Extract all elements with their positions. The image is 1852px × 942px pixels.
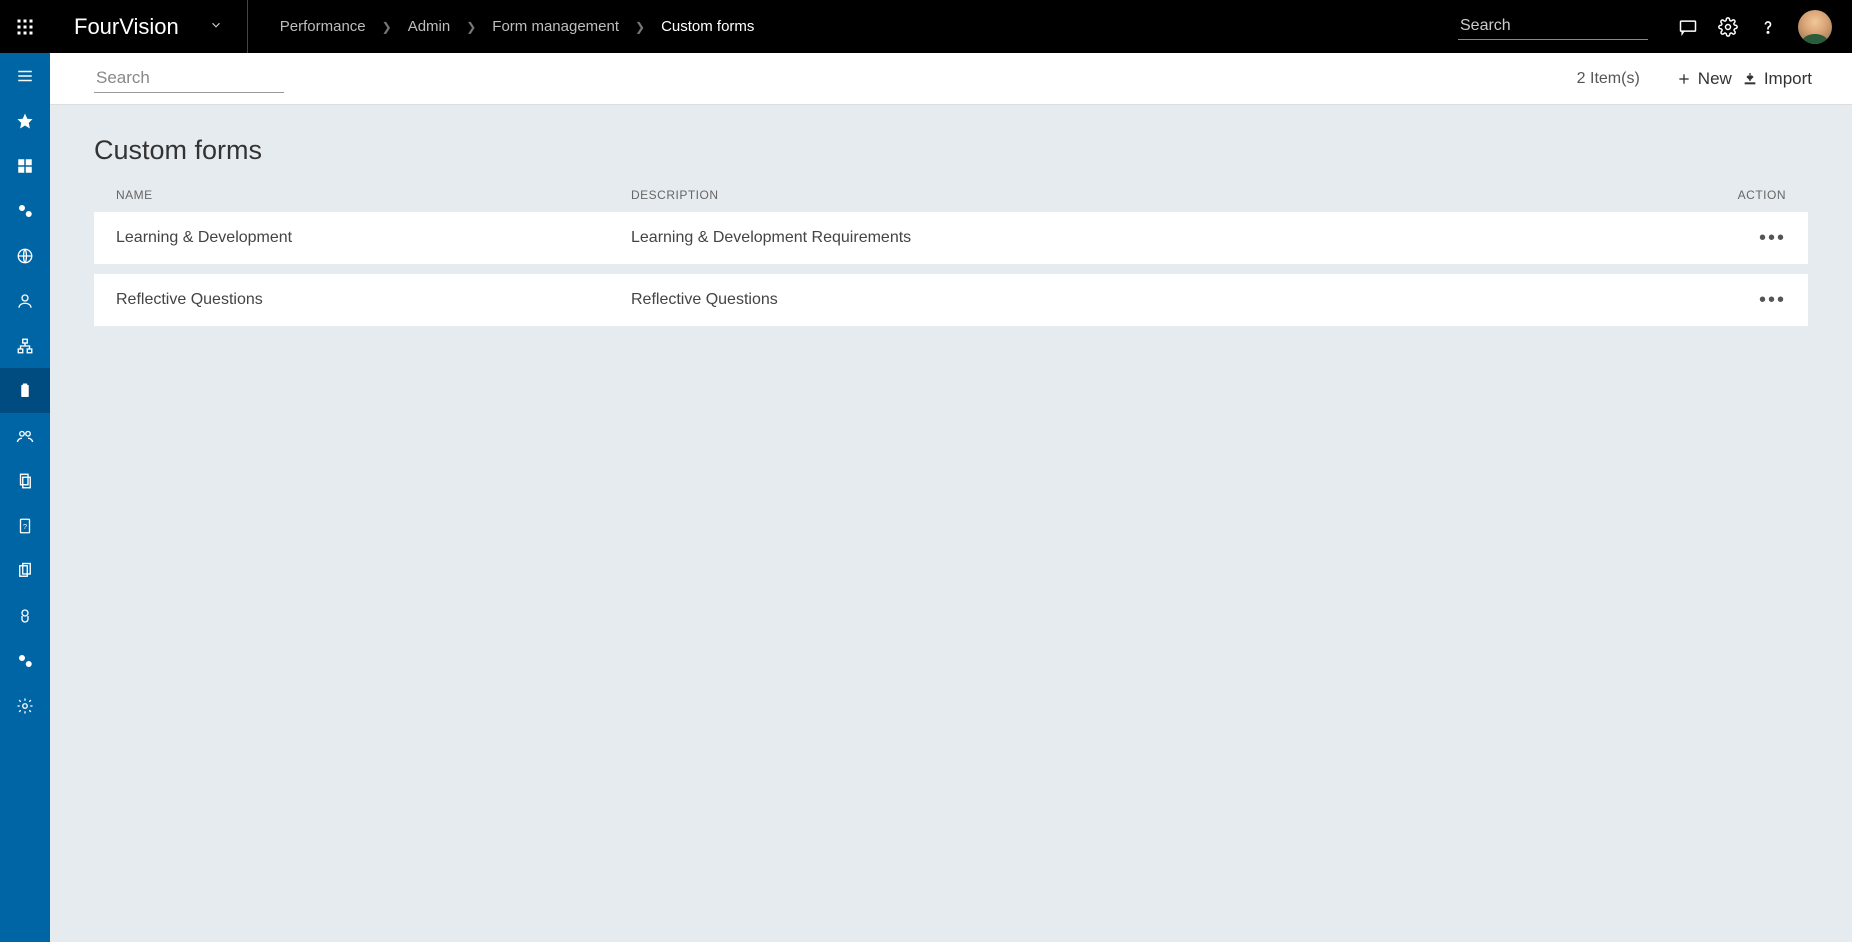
crumb-formmgmt[interactable]: Form management [480,18,631,35]
row-actions-button[interactable]: ••• [1759,290,1786,310]
import-button[interactable]: Import [1742,69,1812,89]
gears-icon [16,202,34,220]
col-header-description[interactable]: DESCRIPTION [631,188,1706,202]
topbar: FourVision Performance ❯ Admin ❯ Form ma… [0,0,1852,53]
tiles-icon [16,157,34,175]
new-button[interactable]: New [1676,69,1732,89]
item-count: 2 Item(s) [1577,70,1640,88]
sidebar-item-globe[interactable] [0,233,50,278]
sidebar-item-person[interactable] [0,278,50,323]
page-search-input[interactable] [94,64,284,93]
app-launcher[interactable] [0,0,50,53]
row-actions-button[interactable]: ••• [1759,228,1786,248]
breadcrumb: Performance ❯ Admin ❯ Form management ❯ … [248,18,767,35]
col-header-name[interactable]: NAME [116,188,631,202]
plus-icon [1676,71,1692,87]
chevron-right-icon: ❯ [466,20,476,34]
main-panel: 2 Item(s) New Import Custom forms NAME D… [50,53,1852,942]
sidebar-item-documents[interactable] [0,458,50,503]
chevron-right-icon: ❯ [635,20,645,34]
sidebar: ? [0,53,50,942]
sidebar-item-admin[interactable] [0,638,50,683]
star-icon [16,112,34,130]
crumb-admin[interactable]: Admin [396,18,463,35]
team-icon [16,427,34,445]
import-label: Import [1764,69,1812,89]
new-label: New [1698,69,1732,89]
sidebar-item-menu[interactable] [0,53,50,98]
subbar: 2 Item(s) New Import [50,53,1852,105]
sidebar-item-helpdoc[interactable]: ? [0,503,50,548]
help-button[interactable] [1748,0,1788,53]
crumb-customforms[interactable]: Custom forms [649,18,766,35]
row-description: Reflective Questions [631,291,1706,309]
chevron-down-icon [209,18,223,35]
lock-icon [16,607,34,625]
sidebar-item-clipboard[interactable] [0,368,50,413]
brand-dropdown[interactable]: FourVision [50,0,248,53]
sidebar-item-favorites[interactable] [0,98,50,143]
sidebar-item-config[interactable] [0,188,50,233]
sidebar-item-team[interactable] [0,413,50,458]
import-icon [1742,71,1758,87]
hierarchy-icon [16,337,34,355]
gear2-icon [16,697,34,715]
col-header-action: ACTION [1706,188,1786,202]
row-name: Learning & Development [116,229,631,247]
sidebar-item-system[interactable] [0,683,50,728]
content: Custom forms NAME DESCRIPTION ACTION Lea… [50,105,1852,366]
crumb-performance[interactable]: Performance [268,18,378,35]
sidebar-item-dashboard[interactable] [0,143,50,188]
table-header: NAME DESCRIPTION ACTION [94,188,1808,212]
message-icon [1678,17,1698,37]
person-icon [16,292,34,310]
chevron-right-icon: ❯ [382,20,392,34]
hamburger-icon [16,67,34,85]
svg-text:?: ? [23,522,27,531]
globe-icon [16,247,34,265]
waffle-icon [16,18,34,36]
gear-icon [1718,17,1738,37]
clipboard-icon [16,382,34,400]
user-avatar[interactable] [1798,10,1832,44]
sidebar-item-hierarchy[interactable] [0,323,50,368]
messages-button[interactable] [1668,0,1708,53]
gears2-icon [16,652,34,670]
copy-icon [16,562,34,580]
global-search-input[interactable] [1458,13,1648,40]
row-description: Learning & Development Requirements [631,229,1706,247]
help-icon [1758,17,1778,37]
sidebar-item-copy[interactable] [0,548,50,593]
brand-name: FourVision [74,14,179,40]
table-row[interactable]: Reflective Questions Reflective Question… [94,274,1808,326]
help-doc-icon: ? [16,517,34,535]
row-name: Reflective Questions [116,291,631,309]
documents-icon [16,472,34,490]
table-row[interactable]: Learning & Development Learning & Develo… [94,212,1808,264]
page-title: Custom forms [94,135,1808,166]
sidebar-item-security[interactable] [0,593,50,638]
settings-button[interactable] [1708,0,1748,53]
